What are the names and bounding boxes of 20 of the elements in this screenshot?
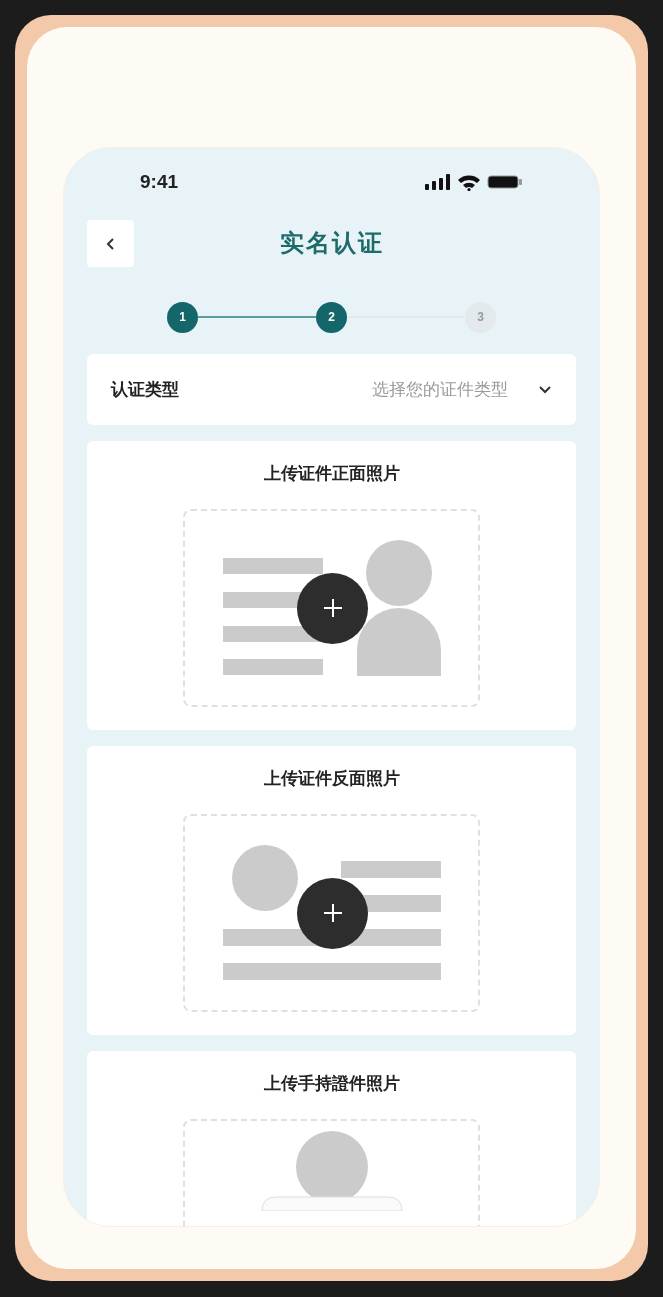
back-icon [105, 236, 116, 251]
step-indicator: 1 [167, 301, 198, 333]
wifi-icon [457, 173, 481, 191]
upload-title: 上传证件反面照片 [263, 768, 400, 790]
signal-icon [425, 174, 451, 190]
status-time: 9:41 [140, 169, 179, 194]
plus-icon [322, 598, 343, 618]
upload-area[interactable] [183, 508, 480, 707]
upload-title: 上传手持證件照片 [263, 1073, 400, 1095]
upload-title: 上传证件正面照片 [263, 463, 400, 485]
add-button[interactable] [297, 877, 368, 949]
step-indicator: 3 [465, 301, 496, 333]
upload-area[interactable] [183, 813, 480, 1012]
step-indicator: 2 [316, 301, 347, 333]
battery-icon [487, 174, 523, 190]
add-button[interactable] [297, 572, 368, 644]
page-title: 实名认证 [279, 228, 384, 258]
plus-icon [322, 903, 343, 923]
chevron-down-icon [538, 385, 552, 394]
certificate-type-select[interactable]: 认证类型 选择您的证件类型 [87, 354, 576, 425]
